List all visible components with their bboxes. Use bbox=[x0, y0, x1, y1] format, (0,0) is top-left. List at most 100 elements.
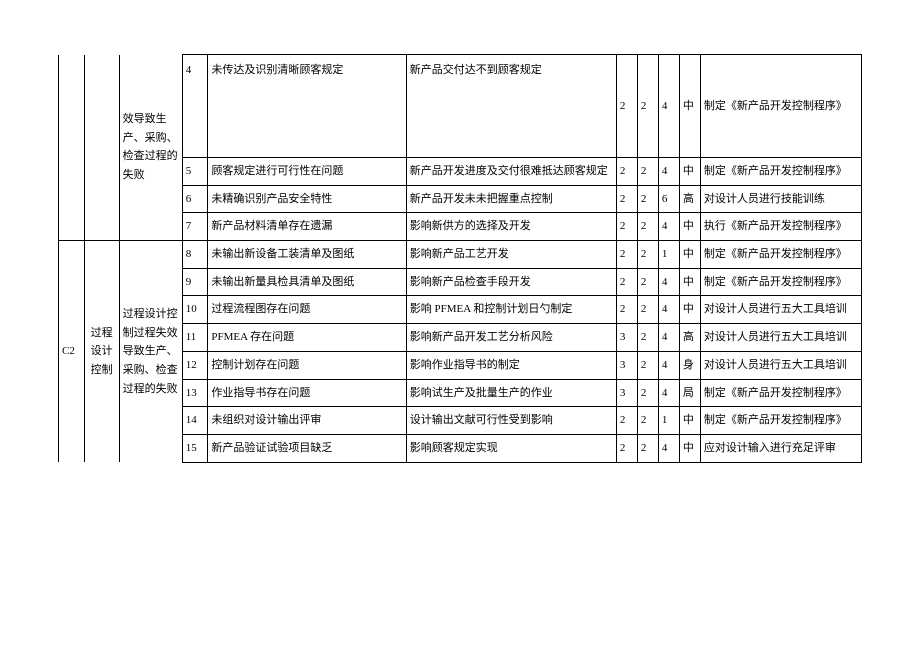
cell-issue: 未输出新设备工装清单及图纸 bbox=[208, 241, 406, 269]
cell-issue: 新产品验证试验项目缺乏 bbox=[208, 434, 406, 462]
cell-num: 5 bbox=[182, 158, 208, 186]
cell-num: 8 bbox=[182, 241, 208, 269]
cell-issue: PFMEA 存在问题 bbox=[208, 324, 406, 352]
cell-cause: 过程设计控制过程失效导致生产、采购、检查过程的失败 bbox=[119, 241, 182, 463]
cell-issue: 未组织对设计输出评审 bbox=[208, 407, 406, 435]
cell-num: 11 bbox=[182, 324, 208, 352]
cell-level: 中 bbox=[679, 407, 700, 435]
cell-v1: 2 bbox=[616, 213, 637, 241]
cell-v1: 2 bbox=[616, 158, 637, 186]
cell-v1: 3 bbox=[616, 351, 637, 379]
cell-action: 制定《新产品开发控制程序》 bbox=[700, 55, 861, 158]
cell-v3: 4 bbox=[658, 213, 679, 241]
cell-action: 对设计人员进行五大工具培训 bbox=[700, 324, 861, 352]
cell-num: 14 bbox=[182, 407, 208, 435]
cell-effect: 新产品开发未未把握重点控制 bbox=[406, 185, 616, 213]
cell-num: 7 bbox=[182, 213, 208, 241]
cell-v1: 2 bbox=[616, 268, 637, 296]
cell-issue: 新产品材料清单存在遗漏 bbox=[208, 213, 406, 241]
cell-v2: 2 bbox=[637, 241, 658, 269]
cell-v1: 2 bbox=[616, 55, 637, 158]
cell-level: 身 bbox=[679, 351, 700, 379]
cell-v3: 1 bbox=[658, 241, 679, 269]
cell-v2: 2 bbox=[637, 351, 658, 379]
cell-code bbox=[59, 55, 85, 241]
cell-v1: 2 bbox=[616, 296, 637, 324]
cell-level: 高 bbox=[679, 324, 700, 352]
cell-level: 中 bbox=[679, 434, 700, 462]
cell-action: 对设计人员进行五大工具培训 bbox=[700, 296, 861, 324]
cell-v3: 4 bbox=[658, 324, 679, 352]
cell-action: 对设计人员进行五大工具培训 bbox=[700, 351, 861, 379]
cell-num: 10 bbox=[182, 296, 208, 324]
cell-level: 中 bbox=[679, 241, 700, 269]
cell-v3: 4 bbox=[658, 268, 679, 296]
cell-effect: 影响作业指导书的制定 bbox=[406, 351, 616, 379]
cell-code: C2 bbox=[59, 241, 85, 463]
cell-action: 制定《新产品开发控制程序》 bbox=[700, 241, 861, 269]
cell-v2: 2 bbox=[637, 185, 658, 213]
cell-effect: 新产品开发进度及交付很难抵达顾客规定 bbox=[406, 158, 616, 186]
cell-v1: 2 bbox=[616, 185, 637, 213]
cell-level: 中 bbox=[679, 213, 700, 241]
cell-issue: 作业指导书存在问题 bbox=[208, 379, 406, 407]
cell-v2: 2 bbox=[637, 55, 658, 158]
cell-v3: 4 bbox=[658, 379, 679, 407]
cell-effect: 影响新产品检查手段开发 bbox=[406, 268, 616, 296]
cell-v2: 2 bbox=[637, 407, 658, 435]
cell-issue: 未精确识别产品安全特性 bbox=[208, 185, 406, 213]
cell-v2: 2 bbox=[637, 268, 658, 296]
cell-category bbox=[84, 55, 119, 241]
cell-action: 执行《新产品开发控制程序》 bbox=[700, 213, 861, 241]
cell-action: 应对设计输入进行充足评审 bbox=[700, 434, 861, 462]
cell-effect: 影响顾客规定实现 bbox=[406, 434, 616, 462]
cell-issue: 未输出新量具检具清单及图纸 bbox=[208, 268, 406, 296]
cell-effect: 新产品交付达不到顾客规定 bbox=[406, 55, 616, 158]
cell-num: 4 bbox=[182, 55, 208, 158]
cell-level: 高 bbox=[679, 185, 700, 213]
table-row: C2 过程设计控制 过程设计控制过程失效导致生产、采购、检查过程的失败 8 未输… bbox=[59, 241, 862, 269]
cell-v3: 1 bbox=[658, 407, 679, 435]
cell-effect: 影响新产品工艺开发 bbox=[406, 241, 616, 269]
cell-v2: 2 bbox=[637, 434, 658, 462]
cell-effect: 影响新产品开发工艺分析风险 bbox=[406, 324, 616, 352]
cell-v2: 2 bbox=[637, 379, 658, 407]
cell-cause: 效导致生产、采购、检查过程的失败 bbox=[119, 55, 182, 241]
cell-effect: 影响试生产及批量生产的作业 bbox=[406, 379, 616, 407]
cell-v2: 2 bbox=[637, 324, 658, 352]
cell-v1: 2 bbox=[616, 434, 637, 462]
cell-num: 13 bbox=[182, 379, 208, 407]
cell-v2: 2 bbox=[637, 158, 658, 186]
cell-v1: 3 bbox=[616, 324, 637, 352]
cell-v3: 4 bbox=[658, 296, 679, 324]
table-row: 效导致生产、采购、检查过程的失败 4 未传达及识别清晰顾客规定 新产品交付达不到… bbox=[59, 55, 862, 158]
cell-v3: 4 bbox=[658, 55, 679, 158]
cell-level: 中 bbox=[679, 158, 700, 186]
cell-v3: 4 bbox=[658, 158, 679, 186]
cell-action: 制定《新产品开发控制程序》 bbox=[700, 379, 861, 407]
cell-v2: 2 bbox=[637, 296, 658, 324]
cell-num: 15 bbox=[182, 434, 208, 462]
cell-action: 制定《新产品开发控制程序》 bbox=[700, 158, 861, 186]
cell-v2: 2 bbox=[637, 213, 658, 241]
risk-table: 效导致生产、采购、检查过程的失败 4 未传达及识别清晰顾客规定 新产品交付达不到… bbox=[58, 54, 862, 463]
cell-level: 中 bbox=[679, 296, 700, 324]
cell-effect: 设计输出文献可行性受到影响 bbox=[406, 407, 616, 435]
cell-v3: 4 bbox=[658, 351, 679, 379]
cell-action: 制定《新产品开发控制程序》 bbox=[700, 268, 861, 296]
cell-issue: 控制计划存在问题 bbox=[208, 351, 406, 379]
cell-v3: 4 bbox=[658, 434, 679, 462]
cell-issue: 顾客规定进行可行性在问题 bbox=[208, 158, 406, 186]
cell-issue: 未传达及识别清晰顾客规定 bbox=[208, 55, 406, 158]
cell-level: 局 bbox=[679, 379, 700, 407]
cell-level: 中 bbox=[679, 55, 700, 158]
cell-v1: 2 bbox=[616, 407, 637, 435]
cell-num: 12 bbox=[182, 351, 208, 379]
cell-effect: 影响新供方的选择及开发 bbox=[406, 213, 616, 241]
cell-num: 9 bbox=[182, 268, 208, 296]
cell-effect: 影响 PFMEA 和控制计划日勺制定 bbox=[406, 296, 616, 324]
cell-v1: 3 bbox=[616, 379, 637, 407]
cell-level: 中 bbox=[679, 268, 700, 296]
cell-action: 制定《新产品开发控制程序》 bbox=[700, 407, 861, 435]
cell-action: 对设计人员进行技能训练 bbox=[700, 185, 861, 213]
